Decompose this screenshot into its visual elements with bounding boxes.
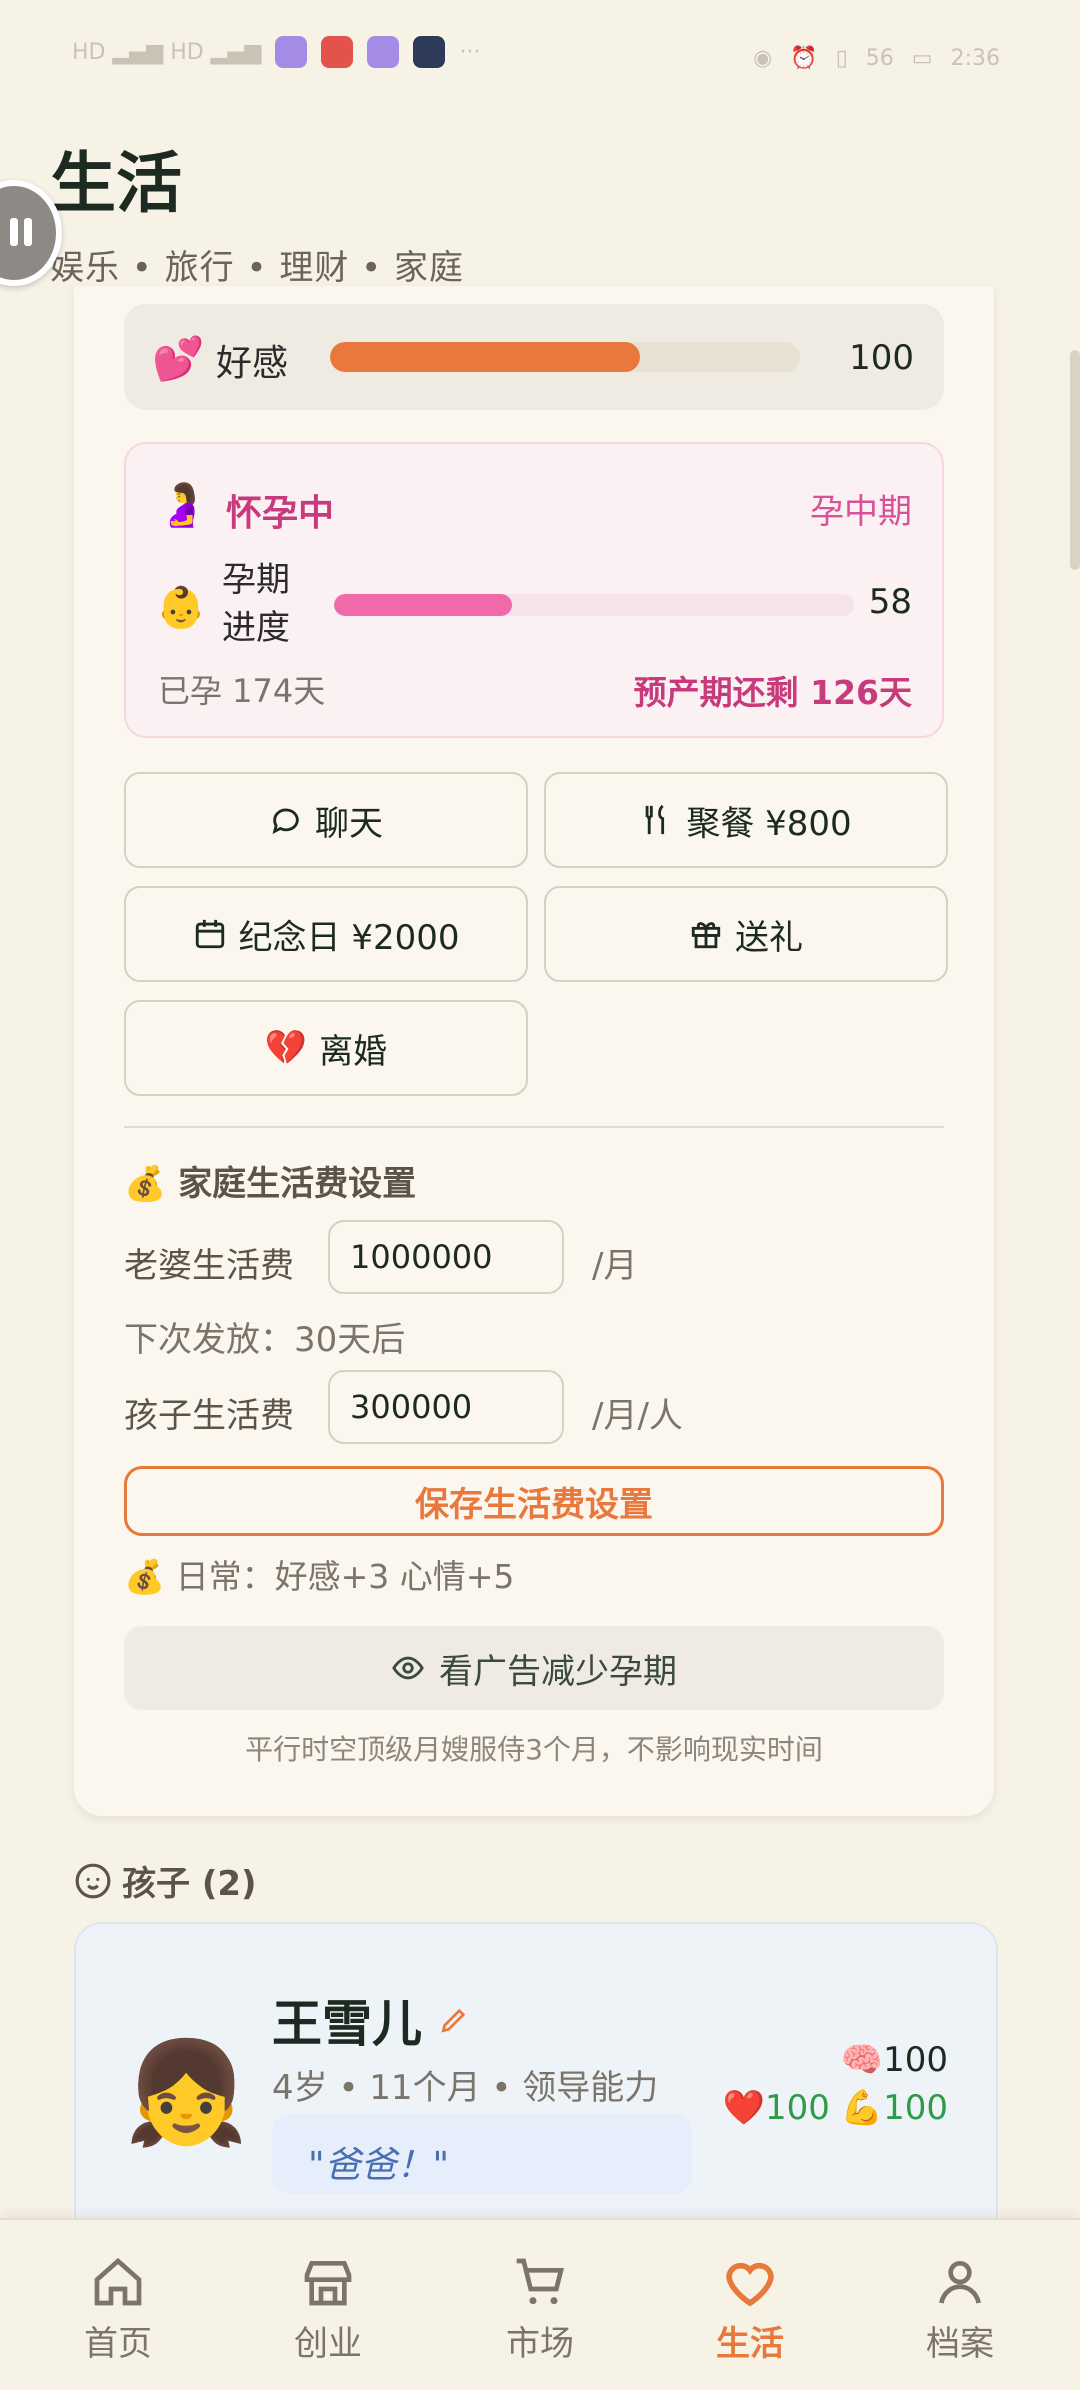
cart-icon — [516, 2258, 564, 2305]
clock: 2:36 — [950, 46, 1000, 71]
battery-icon: ▭ — [911, 46, 933, 71]
page-subtitle: 娱乐 • 旅行 • 理财 • 家庭 — [50, 248, 465, 288]
affection-bar — [330, 342, 800, 372]
pause-icon — [10, 218, 38, 246]
person-icon — [939, 2261, 981, 2304]
divorce-button-label: 离婚 — [319, 1031, 388, 1072]
watch-ad-label: 看广告减少孕期 — [439, 1651, 677, 1692]
dinner-button-label: 聚餐 ¥800 — [686, 803, 852, 844]
vibrate-icon: ▯ — [835, 46, 848, 71]
battery-level: 56 — [865, 46, 894, 71]
ad-note: 平行时空顶级月嫂服侍3个月，不影响现实时间 — [245, 1733, 823, 1766]
affection-row: 💕 好感 100 — [124, 304, 944, 410]
divorce-button[interactable]: 💔 离婚 — [124, 1000, 528, 1096]
wife-allowance-input[interactable] — [328, 1220, 564, 1294]
app-notification-icon — [367, 36, 400, 68]
child-allowance-label: 孩子生活费 — [124, 1396, 294, 1436]
kids-section-title: 孩子 (2) — [74, 1856, 257, 1905]
home-icon — [94, 2257, 142, 2306]
baby-icon: 👶 — [156, 585, 206, 631]
child-name-row: 王雪儿 — [272, 1984, 470, 2056]
hearts-icon: 💕 — [152, 334, 205, 383]
pregnancy-progress-fill — [334, 594, 512, 616]
girl-avatar-icon: 👧 — [124, 2034, 249, 2151]
gift-button-label: 送礼 — [735, 917, 803, 958]
more-icon: ··· — [459, 39, 481, 65]
alarm-icon: ⏰ — [790, 46, 818, 71]
next-payment-text: 下次发放：30天后 — [124, 1320, 406, 1360]
spouse-card: 💕 好感 100 🤰 怀孕中 孕中期 👶 孕期 进度 58 已孕 174天 预产… — [74, 286, 994, 1816]
anniversary-button[interactable]: 纪念日 ¥2000 — [124, 886, 528, 982]
child-health-strength-stats: ❤️100 💪100 — [722, 2088, 948, 2128]
app-notification-icon — [413, 36, 446, 68]
affection-label: 好感 — [216, 343, 289, 384]
muscle-icon: 💪 — [840, 2088, 884, 2128]
child-quote: "爸爸！" — [272, 2114, 692, 2194]
child-meta: 4岁 • 11个月 • 领导能力 — [272, 2068, 659, 2108]
app-notification-icon — [275, 36, 308, 68]
nav-item-business[interactable]: 创业 — [268, 2254, 388, 2365]
pregnant-woman-icon: 🤰 — [156, 480, 209, 529]
status-left: HD ▂▄▆ HD ▂▄▆ ··· — [72, 36, 480, 68]
fork-knife-icon — [645, 804, 665, 835]
pregnancy-progress-label: 孕期 进度 — [222, 560, 290, 648]
child-name: 王雪儿 — [272, 1995, 422, 2053]
pregnancy-panel: 🤰 怀孕中 孕中期 👶 孕期 进度 58 已孕 174天 预产期还剩 126天 — [124, 442, 944, 738]
watch-ad-button[interactable]: 看广告减少孕期 — [124, 1626, 944, 1710]
pregnancy-progress-value: 58 — [868, 582, 912, 622]
gift-icon — [691, 922, 721, 949]
allowance-section-title: 💰 家庭生活费设置 — [124, 1164, 417, 1204]
broken-heart-icon: 💔 — [264, 1028, 308, 1068]
pregnancy-progress-bar — [334, 594, 854, 616]
affection-value: 100 — [849, 338, 914, 378]
child-allowance-unit: /月/人 — [592, 1396, 683, 1436]
status-right: ◉ ⏰ ▯ 56 ▭ 2:36 — [753, 46, 1000, 71]
scrollbar[interactable] — [1070, 350, 1080, 570]
nav-item-profile[interactable]: 档案 — [900, 2254, 1020, 2365]
money-bag-icon: 💰 — [124, 1557, 166, 1596]
signal-icon: HD ▂▄▆ HD ▂▄▆ — [72, 39, 262, 65]
chat-bubble-icon — [272, 808, 299, 834]
store-icon — [304, 2261, 352, 2306]
eye-icon: ◉ — [753, 46, 773, 71]
calendar-icon — [195, 919, 224, 949]
brain-icon: 🧠 — [840, 2040, 884, 2080]
app-notification-icon — [321, 36, 354, 68]
nav-item-home[interactable]: 首页 — [58, 2254, 178, 2365]
status-bar: HD ▂▄▆ HD ▂▄▆ ··· ◉ ⏰ ▯ 56 ▭ 2:36 — [0, 0, 1080, 120]
daily-effect-text: 💰 日常：好感+3 心情+5 — [124, 1557, 515, 1596]
gift-button[interactable]: 送礼 — [544, 886, 948, 982]
child-intelligence-stat: 🧠100 — [840, 2040, 948, 2080]
heart-icon — [726, 2262, 774, 2307]
nav-item-market[interactable]: 市场 — [480, 2254, 600, 2365]
bottom-nav: 首页 创业 市场 生活 档案 — [0, 2218, 1080, 2390]
baby-face-icon — [75, 1863, 111, 1898]
money-bag-icon: 💰 — [124, 1164, 167, 1204]
days-pregnant: 已孕 174天 — [158, 672, 326, 710]
pregnancy-stage: 孕中期 — [810, 492, 912, 532]
chat-button-label: 聊天 — [315, 803, 383, 844]
heart-icon: ❤️ — [722, 2088, 766, 2128]
dinner-button[interactable]: 聚餐 ¥800 — [544, 772, 948, 868]
chat-button[interactable]: 聊天 — [124, 772, 528, 868]
due-date-remaining: 预产期还剩 126天 — [633, 673, 912, 712]
wife-allowance-label: 老婆生活费 — [124, 1246, 294, 1286]
anniversary-button-label: 纪念日 ¥2000 — [238, 917, 460, 958]
wife-allowance-unit: /月 — [592, 1246, 638, 1286]
pregnancy-state: 怀孕中 — [226, 493, 335, 534]
save-allowance-button[interactable]: 保存生活费设置 — [124, 1466, 944, 1536]
child-card[interactable]: 👧 王雪儿 4岁 • 11个月 • 领导能力 "爸爸！" 🧠100 ❤️100 … — [74, 1922, 998, 2246]
divider — [124, 1126, 944, 1128]
eye-icon — [392, 1656, 424, 1680]
affection-bar-fill — [330, 342, 641, 372]
child-allowance-input[interactable] — [328, 1370, 564, 1444]
page-title: 生活 — [50, 144, 182, 222]
page-header: 生活 娱乐 • 旅行 • 理财 • 家庭 — [50, 130, 464, 289]
nav-item-life[interactable]: 生活 — [690, 2254, 810, 2365]
edit-pencil-icon[interactable] — [438, 2004, 470, 2036]
